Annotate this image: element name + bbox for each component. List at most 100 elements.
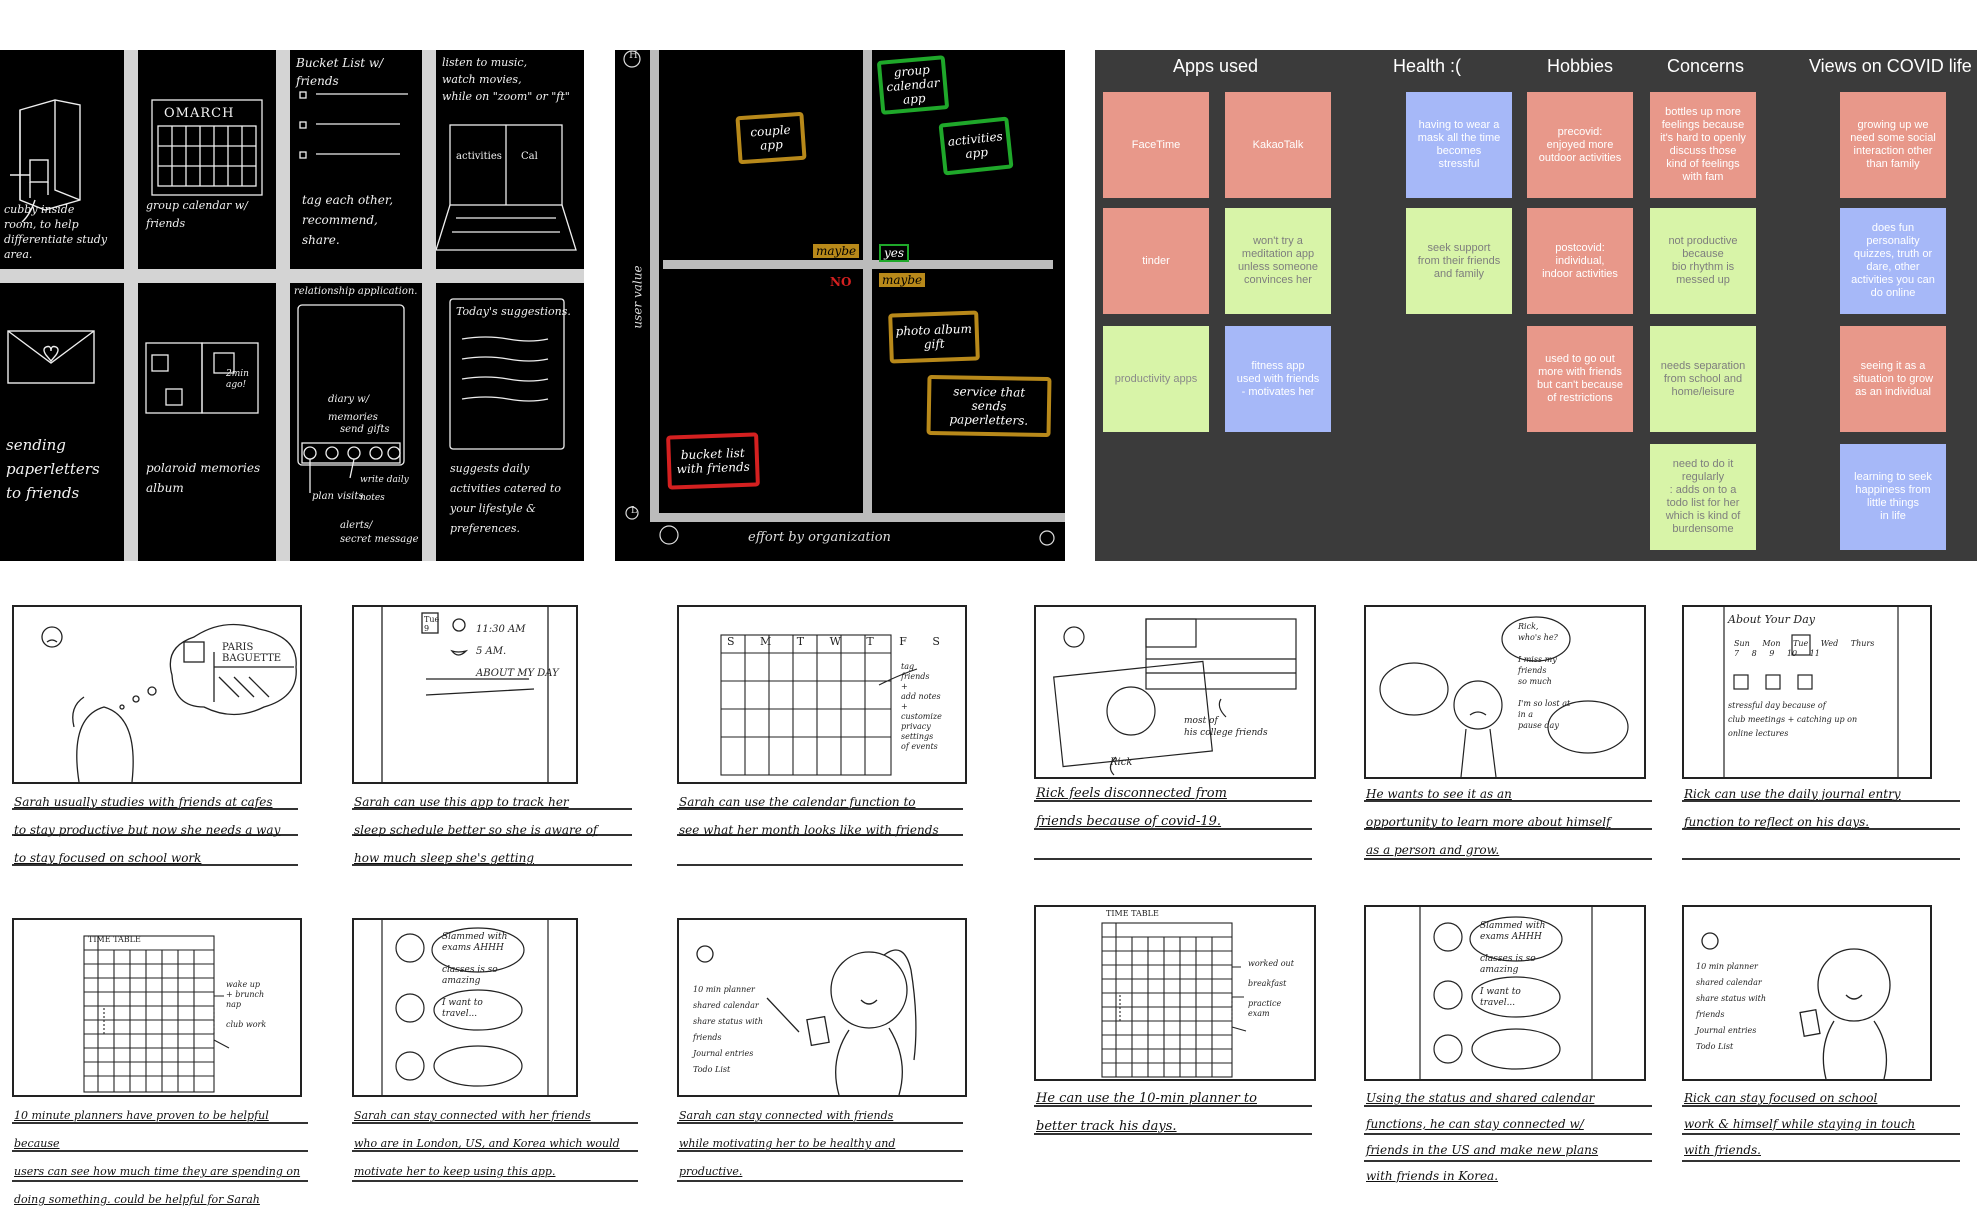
sleep-times: 11:30 AM 5 AM. ABOUT MY DAY bbox=[476, 624, 559, 679]
sketch-title: Today's suggestions. bbox=[456, 305, 571, 318]
idea-activities-app: activities app bbox=[938, 116, 1014, 176]
sticky-note: won't try a meditation app unless someon… bbox=[1225, 208, 1331, 314]
status-bubbles: Slammed with exams AHHH classes is so am… bbox=[442, 932, 508, 1019]
sketch-daily-suggestions: Today's suggestions. suggests daily acti… bbox=[436, 283, 584, 561]
storyboard-frame-sarah-3: S M T W T F S tag friends + add notes + … bbox=[677, 605, 967, 784]
sticky-note: fitness app used with friends - motivate… bbox=[1225, 326, 1331, 432]
sticky-note: seeing it as a situation to grow as an i… bbox=[1840, 326, 1946, 432]
timetable-note: worked out breakfast practice exam bbox=[1248, 959, 1294, 1018]
caption-rule bbox=[1034, 858, 1312, 860]
weekday-row: S M T W T F S bbox=[727, 635, 951, 648]
storyboard-drawing bbox=[41, 623, 297, 783]
tag-no: NO bbox=[830, 275, 852, 289]
sticky-note: seek support from their friends and fami… bbox=[1406, 208, 1512, 314]
x-axis-label: effort by organization bbox=[748, 530, 891, 545]
envelope-drawing bbox=[7, 330, 95, 384]
date-box: Tue 9 bbox=[424, 615, 440, 633]
drawing-label-rick: Rick bbox=[1110, 757, 1133, 768]
sketch-polaroid-album: 2min ago! polaroid memories album bbox=[138, 283, 276, 561]
sticky-note: does fun personality quizzes, truth or d… bbox=[1840, 208, 1946, 314]
laptop-label-cal: Cal bbox=[521, 151, 538, 162]
laptop-label-activities: activities bbox=[456, 151, 502, 162]
thought-bubbles: Rick, who's he? I miss my friends so muc… bbox=[1518, 622, 1571, 730]
album-drawing bbox=[145, 342, 259, 414]
caption-rule bbox=[1682, 858, 1960, 860]
tag-maybe: maybe bbox=[879, 273, 926, 287]
header-views-covid: Views on COVID life bbox=[1809, 56, 1972, 76]
storyboard-caption: Rick feels disconnected from friends bec… bbox=[1036, 786, 1227, 829]
effort-value-matrix: H L user value effort by organization gr… bbox=[615, 50, 1065, 561]
sticky-note: tinder bbox=[1103, 208, 1209, 314]
grid-divider bbox=[276, 50, 290, 561]
storyboard-frame-rick-5: Slammed with exams AHHH classes is so am… bbox=[1364, 905, 1646, 1081]
grid-divider bbox=[124, 50, 138, 561]
sticky-note: not productive because bio rhythm is mes… bbox=[1650, 208, 1756, 314]
timetable-title: TIME TABLE bbox=[88, 935, 141, 944]
sketch-caption: suggests daily activities catered to you… bbox=[450, 462, 561, 535]
grid-divider bbox=[422, 50, 436, 561]
sketch-bucket-list: Bucket List w/ friends tag each other, r… bbox=[290, 50, 422, 269]
storyboard-frame-sarah-5: Slammed with exams AHHH classes is so am… bbox=[352, 918, 578, 1097]
feature-list: 10 min planner shared calendar share sta… bbox=[693, 985, 764, 1074]
timetable-title: TIME TABLE bbox=[1106, 909, 1159, 918]
sticky-note: growing up we need some social interacti… bbox=[1840, 92, 1946, 198]
calendar-note: tag friends + add notes + customize priv… bbox=[901, 662, 942, 751]
sticky-note: productivity apps bbox=[1103, 326, 1209, 432]
grid-divider bbox=[0, 269, 584, 283]
storyboard-drawing bbox=[1379, 616, 1629, 778]
sticky-note: learning to seek happiness from little t… bbox=[1840, 444, 1946, 550]
calendar-month: OMARCH bbox=[164, 106, 235, 121]
tag-yes: yes bbox=[879, 244, 910, 262]
storyboard-frame-rick-2: Rick, who's he? I miss my friends so muc… bbox=[1364, 605, 1646, 779]
header-hobbies: Hobbies bbox=[1547, 56, 1614, 76]
sketch-caption: tag each other, recommend, share. bbox=[302, 193, 394, 247]
header-health: Health :( bbox=[1393, 56, 1462, 76]
storyboard-caption: Sarah usually studies with friends at ca… bbox=[14, 795, 281, 865]
axis-corner-high: H bbox=[629, 50, 638, 61]
journal-entry: stressful day because of club meetings +… bbox=[1728, 701, 1858, 738]
storyboard-frame-sarah-1: PARIS BAGUETTE bbox=[12, 605, 302, 784]
calendar-drawing bbox=[151, 99, 263, 196]
y-axis-label: user value bbox=[630, 265, 645, 329]
storyboard-frame-rick-6: 10 min planner shared calendar share sta… bbox=[1682, 905, 1932, 1081]
idea-paperletters-service: service that sends paperletters. bbox=[926, 374, 1052, 438]
storyboard-frame-rick-3: About Your Day Sun Mon Tue Wed Thurs 7 8… bbox=[1682, 605, 1932, 779]
sticky-note: postcovid: individual, indoor activities bbox=[1527, 208, 1633, 314]
timetable-note: wake up + brunch nap club work bbox=[226, 980, 267, 1029]
header-concerns: Concerns bbox=[1667, 56, 1745, 76]
sketch-grid-panel: cubby inside room, to help differentiate… bbox=[0, 50, 584, 561]
status-bubbles: Slammed with exams AHHH classes is so am… bbox=[1480, 921, 1546, 1008]
album-note: 2min ago! bbox=[226, 369, 249, 390]
sticky-note: having to wear a mask all the time becom… bbox=[1406, 92, 1512, 198]
sticky-note: need to do it regularly : adds on to a t… bbox=[1650, 444, 1756, 550]
storyboard-caption: Sarah can stay connected with friends wh… bbox=[679, 1109, 896, 1178]
sketch-caption: sending paperletters to friends bbox=[6, 436, 100, 502]
idea-group-calendar-app: group calendar app bbox=[876, 55, 950, 115]
storyboard-caption: He can use the 10-min planner to better … bbox=[1036, 1091, 1257, 1134]
storyboard-frame-rick-1: most of his college friends Rick bbox=[1034, 605, 1316, 779]
storyboard-caption: He wants to see it as an opportunity to … bbox=[1366, 787, 1611, 857]
storyboard-drawing bbox=[1723, 607, 1899, 777]
checklist-drawing bbox=[299, 91, 408, 159]
drawing-label: most of his college friends bbox=[1184, 716, 1268, 738]
sketch-cubby: cubby inside room, to help differentiate… bbox=[0, 50, 124, 269]
storyboard-caption: 10 minute planners have proven to be hel… bbox=[14, 1109, 301, 1206]
sketch-relationship-app: relationship application. diary w/ memor… bbox=[290, 283, 422, 561]
header-apps-used: Apps used bbox=[1173, 56, 1259, 76]
idea-photo-album-gift: photo album gift bbox=[888, 310, 980, 364]
idea-bucket-list: bucket list with friends bbox=[666, 432, 760, 490]
sticky-note: bottles up more feelings because it's ha… bbox=[1650, 92, 1756, 198]
sketch-group-calendar: OMARCH group calendar w/ friends bbox=[138, 50, 276, 269]
storyboard-caption: Rick can use the daily journal entry fun… bbox=[1684, 787, 1901, 829]
sticky-note: needs separation from school and home/le… bbox=[1650, 326, 1756, 432]
sticky-note: FaceTime bbox=[1103, 92, 1209, 198]
storyboard-drawing bbox=[1053, 618, 1297, 776]
idea-couple-app: couple app bbox=[735, 111, 807, 165]
journal-title: About Your Day bbox=[1728, 613, 1815, 626]
label-send-gifts: send gifts bbox=[340, 424, 390, 435]
sticky-note: used to go out more with friends but can… bbox=[1527, 326, 1633, 432]
storyboard-frame-sarah-2: Tue 9 11:30 AM 5 AM. ABOUT MY DAY bbox=[352, 605, 578, 784]
sketch-paperletters: sending paperletters to friends bbox=[0, 283, 124, 561]
label-alerts: alerts/ secret message bbox=[340, 520, 419, 545]
sticky-note: KakaoTalk bbox=[1225, 92, 1331, 198]
